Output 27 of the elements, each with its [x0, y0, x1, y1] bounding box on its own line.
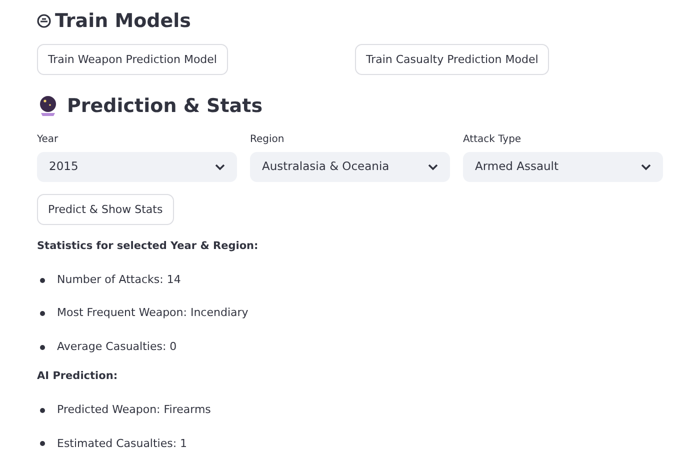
list-item: Average Casualties: 0 [57, 338, 177, 355]
field-label: Region [250, 133, 284, 147]
predict-button[interactable]: Predict & Show Stats [37, 194, 174, 225]
bullet-icon [40, 311, 45, 316]
field-label: Year [37, 133, 58, 147]
group-heading: AI Prediction: [37, 369, 119, 384]
group-heading: Statistics for selected Year & Region: [37, 239, 260, 254]
train-button[interactable]: Train Casualty Prediction Model [354, 44, 550, 75]
list-item: Number of Attacks: 14 [57, 272, 181, 288]
section-title: Train Models [55, 9, 191, 34]
bullet-icon [40, 278, 45, 282]
select-field[interactable]: 2015 [37, 152, 237, 182]
list-item: Most Frequent Weapon: Incendiary [57, 305, 248, 322]
bullet-icon [40, 344, 45, 350]
select-field[interactable]: Armed Assault [463, 152, 663, 182]
list-item: Estimated Casualties: 1 [57, 436, 188, 452]
bullet-icon [40, 441, 45, 446]
field-label: Attack Type [463, 133, 522, 147]
chevron-down-icon [428, 164, 438, 170]
bullet-icon [40, 408, 45, 413]
chevron-down-icon [215, 164, 225, 170]
chevron-down-icon [641, 164, 651, 170]
list-item: Predicted Weapon: Firearms [57, 402, 211, 418]
select-field[interactable]: Australasia & Oceania [250, 152, 450, 182]
section-title: Prediction & Stats [67, 94, 263, 119]
train-button[interactable]: Train Weapon Prediction Model [37, 44, 228, 75]
crystal-ball-icon [37, 95, 59, 117]
